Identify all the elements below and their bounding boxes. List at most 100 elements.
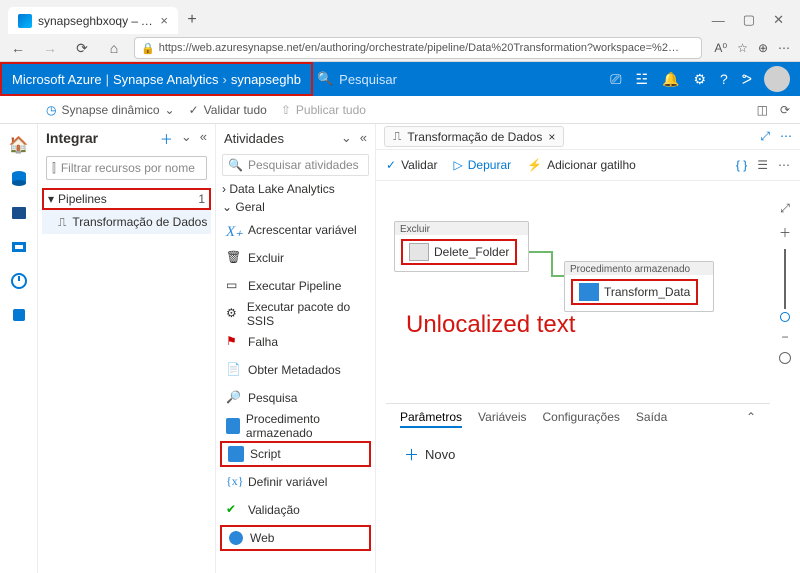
- new-tab-button[interactable]: +: [178, 6, 206, 34]
- section-general[interactable]: ⌄ Geral: [216, 198, 375, 216]
- window-minimize-icon[interactable]: —: [712, 13, 725, 28]
- tab-output[interactable]: Saída: [636, 410, 667, 428]
- notifications-icon[interactable]: 🔔: [662, 71, 679, 88]
- variable-icon: X₊: [226, 222, 242, 238]
- breadcrumb-service[interactable]: Synapse Analytics: [113, 72, 219, 87]
- chevron-down-icon[interactable]: ⌄: [181, 129, 192, 148]
- activity-fail[interactable]: ⚑Falha: [220, 329, 371, 355]
- synapse-favicon: [18, 14, 32, 28]
- lock-icon: 🔒: [141, 42, 155, 55]
- pipeline-item[interactable]: ⎍ Transformação de Dados: [42, 210, 211, 234]
- activity-exec-pipeline[interactable]: ▭Executar Pipeline: [220, 273, 371, 299]
- avatar[interactable]: [764, 66, 790, 92]
- profile-icon[interactable]: ᕗ: [742, 71, 752, 88]
- activities-panel: Atividades ⌄ « 🔍 Pesquisar atividades › …: [216, 124, 376, 573]
- zoom-in-icon[interactable]: ＋: [779, 224, 791, 241]
- pipelines-folder[interactable]: ▾ Pipelines 1: [42, 188, 211, 210]
- activities-search[interactable]: 🔍 Pesquisar atividades: [222, 154, 369, 176]
- annotation-text: Unlocalized text: [406, 311, 575, 340]
- trigger-icon: ⚡: [527, 158, 542, 172]
- collapse-icon[interactable]: ⌃: [746, 410, 756, 428]
- pipeline-icon: ▭: [226, 278, 242, 294]
- activity-delete[interactable]: 🗑Excluir: [220, 245, 371, 271]
- learn-icon[interactable]: ◫: [757, 103, 768, 117]
- activity-set-var[interactable]: {x}Definir variável: [220, 469, 371, 495]
- close-tab-icon[interactable]: ×: [160, 13, 168, 28]
- workspace-selector[interactable]: ◷ Synapse dinâmico ⌄: [46, 103, 175, 117]
- script-icon: [228, 446, 244, 462]
- code-icon[interactable]: { }: [736, 158, 747, 172]
- more-icon[interactable]: ⋯: [780, 129, 792, 144]
- section-datalake[interactable]: › Data Lake Analytics: [216, 180, 375, 198]
- back-button[interactable]: ←: [6, 37, 30, 59]
- file-tab[interactable]: ⎍ Transformação de Dados ×: [384, 126, 564, 147]
- brand-label[interactable]: Microsoft Azure: [12, 72, 102, 87]
- reader-icon[interactable]: A⁰: [714, 41, 727, 55]
- publish-all-button[interactable]: ⇧ Publicar tudo: [281, 103, 366, 117]
- collapse-left-icon[interactable]: «: [360, 130, 367, 146]
- activity-validation[interactable]: ✔Validação: [220, 497, 371, 523]
- chevron-down-icon[interactable]: ⌄: [341, 130, 352, 146]
- collections-icon[interactable]: ⊕: [758, 41, 768, 55]
- validate-button[interactable]: ✓Validar: [386, 158, 438, 172]
- pipeline-icon: ⎍: [58, 215, 66, 230]
- breadcrumb-workspace[interactable]: synapseghb: [231, 72, 301, 87]
- zoom-track[interactable]: [784, 249, 786, 309]
- tab-params[interactable]: Parâmetros: [400, 410, 462, 428]
- pipeline-icon: ⎍: [393, 129, 401, 144]
- favorite-icon[interactable]: ☆: [737, 41, 748, 55]
- browser-tab[interactable]: synapseghbxoqy – Azure Synap… ×: [8, 7, 178, 34]
- address-bar[interactable]: 🔒 https://web.azuresynapse.net/en/author…: [134, 37, 702, 59]
- debug-button[interactable]: ▷Depurar: [454, 158, 512, 172]
- zoom-handle[interactable]: [780, 312, 790, 322]
- tab-settings[interactable]: Configurações: [543, 410, 620, 428]
- nav-home-icon[interactable]: 🏠: [8, 134, 30, 156]
- validate-all-button[interactable]: ✓ Validar tudo: [189, 103, 267, 117]
- bottom-panel: Parâmetros Variáveis Configurações Saída…: [386, 403, 770, 573]
- feedback-icon[interactable]: ☳: [635, 71, 648, 88]
- activity-lookup[interactable]: 🔎Pesquisa: [220, 385, 371, 411]
- designer-surface[interactable]: Excluir Delete_Folder Procedimento armaz…: [376, 180, 800, 573]
- nav-develop-icon[interactable]: [8, 202, 30, 224]
- new-param-button[interactable]: ＋ Novo: [386, 434, 770, 475]
- add-trigger-button[interactable]: ⚡Adicionar gatilho: [527, 158, 636, 172]
- zoom-out-icon[interactable]: −: [781, 330, 788, 344]
- help-icon[interactable]: ?: [720, 71, 728, 88]
- activity-script[interactable]: Script: [220, 441, 371, 467]
- activity-web[interactable]: Web: [220, 525, 371, 551]
- nav-monitor-icon[interactable]: [8, 270, 30, 292]
- global-search[interactable]: 🔍 Pesquisar: [317, 71, 492, 87]
- file-tab-title: Transformação de Dados: [407, 130, 542, 144]
- expand-icon[interactable]: ⤢: [760, 129, 770, 144]
- activity-get-metadata[interactable]: 📄Obter Metadados: [220, 357, 371, 383]
- nav-data-icon[interactable]: [8, 168, 30, 190]
- activity-append-var[interactable]: X₊Acrescentar variável: [220, 217, 371, 243]
- nav-manage-icon[interactable]: [8, 304, 30, 326]
- tab-variables[interactable]: Variáveis: [478, 410, 526, 428]
- cloud-shell-icon[interactable]: ⎚: [610, 71, 621, 88]
- trash-icon: [409, 243, 429, 261]
- activity-node-delete[interactable]: Excluir Delete_Folder: [394, 221, 529, 272]
- filter-input[interactable]: ⫿ Filtrar recursos por nome: [46, 156, 207, 180]
- menu-icon[interactable]: ⋯: [778, 41, 790, 55]
- close-icon[interactable]: ×: [548, 130, 555, 144]
- zoom-control[interactable]: ⤢ ＋ −: [774, 201, 796, 364]
- settings-icon[interactable]: ⚙: [693, 71, 706, 88]
- properties-icon[interactable]: ☰: [757, 158, 768, 172]
- activity-sproc[interactable]: Procedimento armazenado: [220, 413, 371, 439]
- collapse-left-icon[interactable]: «: [200, 129, 207, 148]
- refresh-icon[interactable]: ⟳: [780, 103, 790, 117]
- activity-node-sproc[interactable]: Procedimento armazenado Transform_Data: [564, 261, 714, 312]
- window-maximize-icon[interactable]: ▢: [743, 12, 755, 28]
- add-resource-button[interactable]: ＋: [160, 129, 173, 148]
- zoom-reset-icon[interactable]: [779, 352, 791, 364]
- home-button[interactable]: ⌂: [102, 37, 126, 59]
- nav-integrate-icon[interactable]: [8, 236, 30, 258]
- more-icon[interactable]: ⋯: [778, 158, 790, 172]
- activity-ssis[interactable]: ⚙Executar pacote do SSIS: [220, 301, 371, 327]
- filter-placeholder: Filtrar recursos por nome: [61, 161, 195, 175]
- refresh-button[interactable]: ⟳: [70, 37, 94, 59]
- window-close-icon[interactable]: ✕: [773, 12, 784, 28]
- fit-icon[interactable]: ⤢: [780, 201, 790, 216]
- workspace-mode: Synapse dinâmico: [61, 103, 159, 117]
